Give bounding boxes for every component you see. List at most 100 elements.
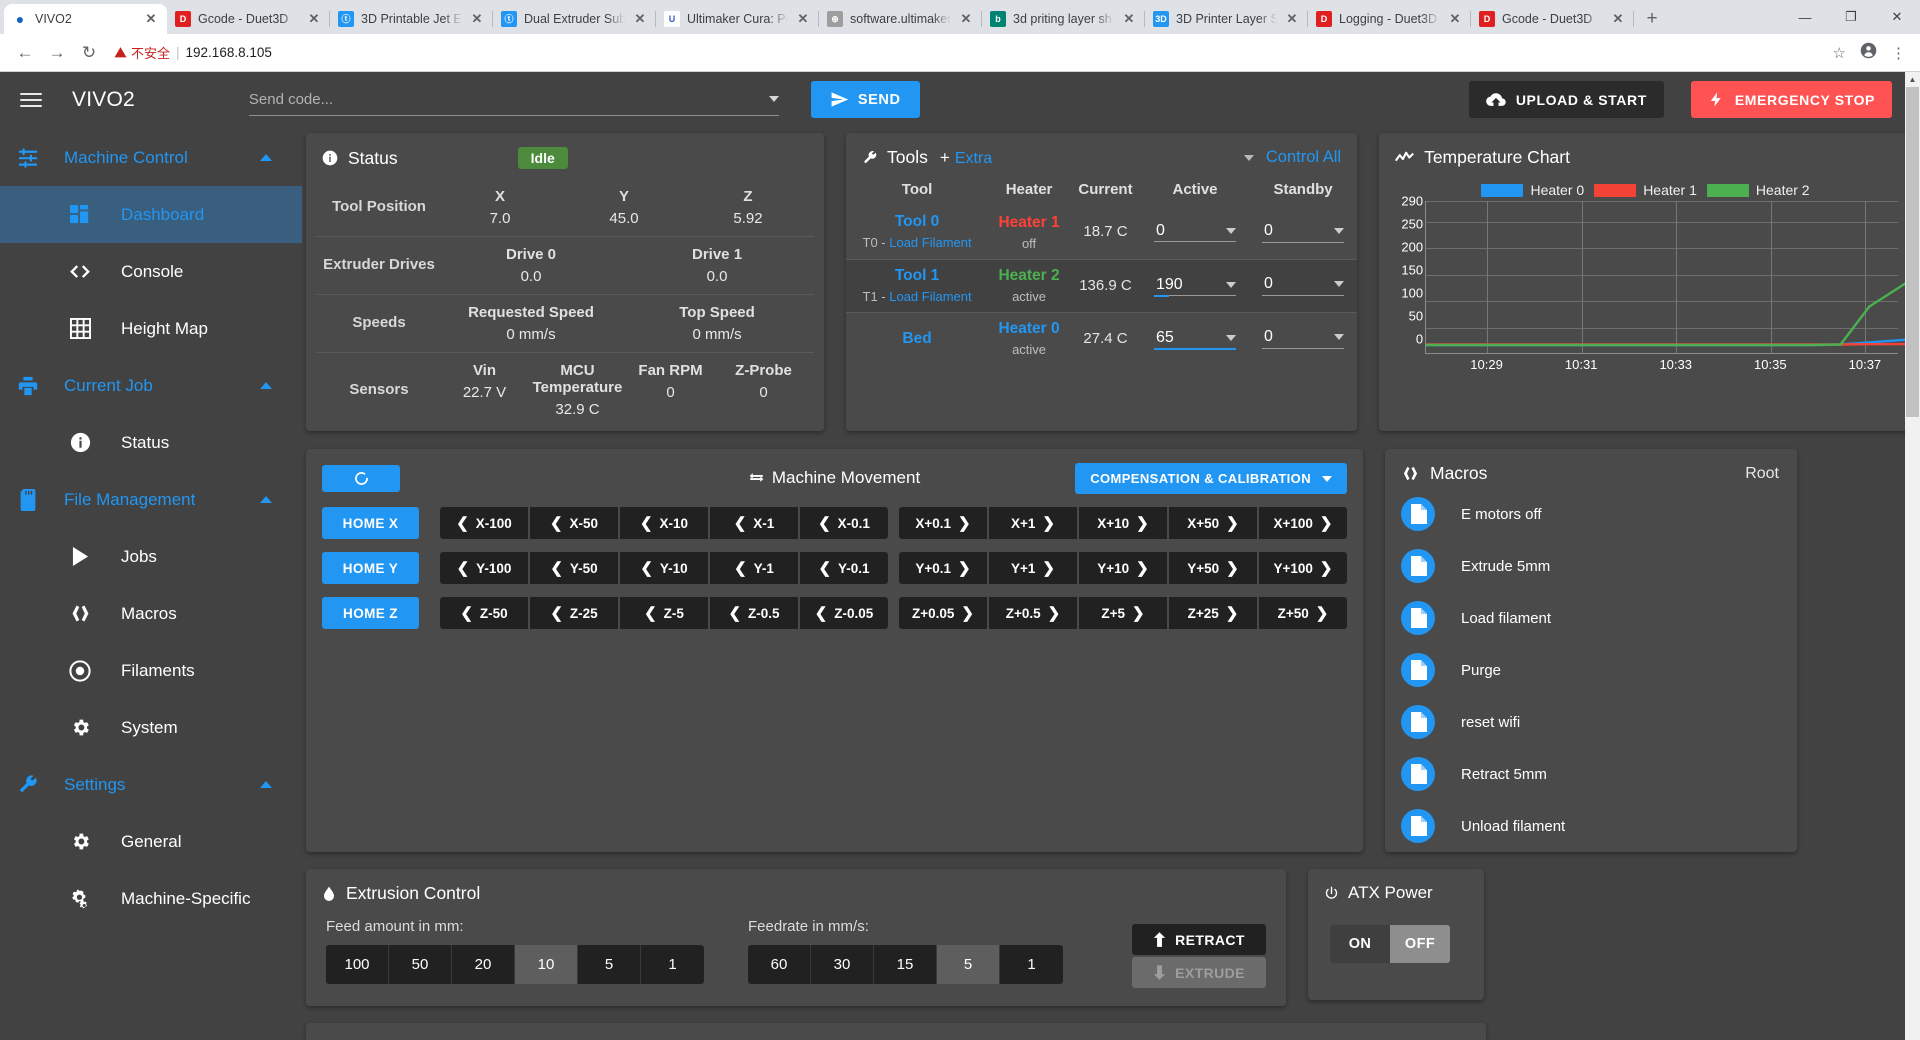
- heater-name[interactable]: Heater 2: [990, 267, 1068, 285]
- jog-negative-button[interactable]: ❮ Y-1: [710, 552, 798, 584]
- heater-name[interactable]: Heater 1: [990, 214, 1068, 232]
- menu-toggle-icon[interactable]: [14, 92, 42, 107]
- jog-negative-button[interactable]: ❮ Z-25: [530, 597, 618, 629]
- browser-menu-icon[interactable]: ⋮: [1891, 44, 1906, 62]
- sidebar-item-macros[interactable]: Macros: [0, 585, 302, 642]
- bookmark-star-icon[interactable]: ☆: [1833, 44, 1846, 62]
- standby-temp-cell[interactable]: 0: [1249, 206, 1357, 259]
- browser-tab[interactable]: ⓣ Dual Extruder Sub ✕: [493, 4, 656, 34]
- sidebar-item-dashboard[interactable]: Dashboard: [0, 186, 302, 243]
- sidebar-group-settings[interactable]: Settings: [0, 756, 302, 813]
- tool-name[interactable]: Tool 0: [848, 213, 986, 231]
- jog-positive-button[interactable]: X+10 ❯: [1079, 507, 1167, 539]
- load-filament-link[interactable]: Load Filament: [889, 289, 971, 304]
- jog-positive-button[interactable]: Z+25 ❯: [1169, 597, 1257, 629]
- tab-close-icon[interactable]: ✕: [1121, 11, 1137, 27]
- jog-negative-button[interactable]: ❮ X-100: [440, 507, 528, 539]
- emergency-stop-button[interactable]: EMERGENCY STOP: [1690, 81, 1892, 118]
- tab-close-icon[interactable]: ✕: [143, 11, 159, 27]
- chevron-up-icon[interactable]: [260, 496, 272, 503]
- macro-list-item[interactable]: Retract 5mm: [1385, 748, 1797, 800]
- tab-close-icon[interactable]: ✕: [469, 11, 485, 27]
- window-restore-button[interactable]: ❐: [1828, 0, 1874, 34]
- control-all-button[interactable]: Control All: [1243, 148, 1341, 167]
- feedrate-selector[interactable]: 60 30 15 5 1: [748, 945, 1063, 984]
- tab-close-icon[interactable]: ✕: [958, 11, 974, 27]
- jog-positive-button[interactable]: Y+1 ❯: [989, 552, 1077, 584]
- jog-negative-button[interactable]: ❮ Y-10: [620, 552, 708, 584]
- jog-positive-button[interactable]: Z+50 ❯: [1259, 597, 1347, 629]
- jog-positive-button[interactable]: Y+100 ❯: [1259, 552, 1347, 584]
- active-temp-cell[interactable]: 65: [1141, 312, 1250, 365]
- browser-tab[interactable]: U Ultimaker Cura: Po ✕: [656, 4, 819, 34]
- feed-amount-option[interactable]: 10: [515, 945, 578, 984]
- tab-close-icon[interactable]: ✕: [1284, 11, 1300, 27]
- send-code-input[interactable]: [248, 90, 761, 108]
- jog-positive-button[interactable]: X+100 ❯: [1259, 507, 1347, 539]
- jog-negative-button[interactable]: ❮ X-10: [620, 507, 708, 539]
- page-scrollbar[interactable]: ▲: [1905, 72, 1920, 1040]
- active-temp-cell[interactable]: 0: [1141, 206, 1249, 259]
- reload-icon[interactable]: ↻: [74, 38, 104, 68]
- jog-positive-button[interactable]: Z+0.5 ❯: [989, 597, 1077, 629]
- jog-negative-button[interactable]: ❮ Z-5: [620, 597, 708, 629]
- send-button[interactable]: SEND: [810, 81, 920, 118]
- chevron-down-icon[interactable]: [1334, 227, 1345, 234]
- jog-positive-button[interactable]: Y+50 ❯: [1169, 552, 1257, 584]
- home-axis-button[interactable]: HOME X: [322, 507, 419, 539]
- home-axis-button[interactable]: HOME Y: [322, 552, 419, 584]
- feedrate-option[interactable]: 30: [811, 945, 874, 984]
- tab-close-icon[interactable]: ✕: [1447, 11, 1463, 27]
- load-filament-link[interactable]: Load Filament: [889, 235, 971, 250]
- active-temp-select[interactable]: 190: [1154, 276, 1236, 297]
- standby-temp-cell[interactable]: 0: [1249, 312, 1358, 365]
- sidebar-item-console[interactable]: Console: [0, 243, 302, 300]
- jog-positive-button[interactable]: Y+0.1 ❯: [899, 552, 987, 584]
- atx-power-toggle[interactable]: ON OFF: [1330, 925, 1484, 963]
- sidebar-item-status[interactable]: Status: [0, 414, 302, 471]
- standby-temp-cell[interactable]: 0: [1249, 258, 1358, 313]
- feed-amount-option[interactable]: 100: [326, 945, 389, 984]
- sidebar-item-machine-specific[interactable]: Machine-Specific: [0, 870, 302, 927]
- sidebar-item-general[interactable]: General: [0, 813, 302, 870]
- sidebar-group-machine-control[interactable]: Machine Control: [0, 129, 302, 186]
- scroll-up-icon[interactable]: ▲: [1905, 72, 1920, 87]
- active-temp-select[interactable]: 0: [1154, 222, 1236, 243]
- macro-list-item[interactable]: E motors off: [1385, 488, 1797, 540]
- chevron-down-icon[interactable]: [768, 96, 779, 102]
- jog-negative-button[interactable]: ❮ Y-100: [440, 552, 528, 584]
- jog-positive-button[interactable]: X+50 ❯: [1169, 507, 1257, 539]
- feed-amount-selector[interactable]: 100 50 20 10 5 1: [326, 945, 704, 984]
- chart-legend-item[interactable]: Heater 2: [1706, 182, 1810, 198]
- tool-name[interactable]: Bed: [848, 330, 986, 348]
- macro-list-item[interactable]: Purge: [1385, 644, 1797, 696]
- feedrate-option[interactable]: 5: [937, 945, 1000, 984]
- jog-negative-button[interactable]: ❮ Y-50: [530, 552, 618, 584]
- active-temp-cell[interactable]: 190: [1141, 258, 1250, 313]
- atx-on-button[interactable]: ON: [1330, 925, 1390, 963]
- jog-negative-button[interactable]: ❮ Z-0.05: [800, 597, 888, 629]
- url-input[interactable]: 不安全 | 192.168.8.105: [114, 39, 1831, 67]
- tool-cell[interactable]: Tool 0 T0 - Load Filament: [846, 206, 988, 259]
- back-icon[interactable]: ←: [10, 38, 40, 68]
- new-tab-button[interactable]: +: [1638, 5, 1666, 33]
- jog-positive-button[interactable]: Y+10 ❯: [1079, 552, 1167, 584]
- jog-positive-button[interactable]: Z+5 ❯: [1079, 597, 1167, 629]
- tool-name[interactable]: Tool 1: [848, 267, 986, 285]
- macro-list-item[interactable]: reset wifi: [1385, 696, 1797, 748]
- macro-list-item[interactable]: Extrude 5mm: [1385, 540, 1797, 592]
- macro-list-item[interactable]: Load filament: [1385, 592, 1797, 644]
- upload-and-start-button[interactable]: UPLOAD & START: [1468, 81, 1664, 118]
- home-axis-button[interactable]: HOME Z: [322, 597, 419, 629]
- chevron-down-icon[interactable]: [1334, 281, 1345, 288]
- feed-amount-option[interactable]: 20: [452, 945, 515, 984]
- heater-cell[interactable]: Heater 1 off: [988, 206, 1070, 259]
- send-code-field[interactable]: [248, 83, 779, 116]
- extrude-button[interactable]: EXTRUDE: [1132, 957, 1266, 988]
- tool-cell[interactable]: Tool 1 T1 - Load Filament: [846, 258, 989, 313]
- jog-negative-button[interactable]: ❮ X-0.1: [800, 507, 888, 539]
- sidebar-group-file-management[interactable]: File Management: [0, 471, 302, 528]
- chevron-down-icon[interactable]: [1226, 334, 1236, 341]
- tab-close-icon[interactable]: ✕: [632, 11, 648, 27]
- chevron-up-icon[interactable]: [260, 781, 272, 788]
